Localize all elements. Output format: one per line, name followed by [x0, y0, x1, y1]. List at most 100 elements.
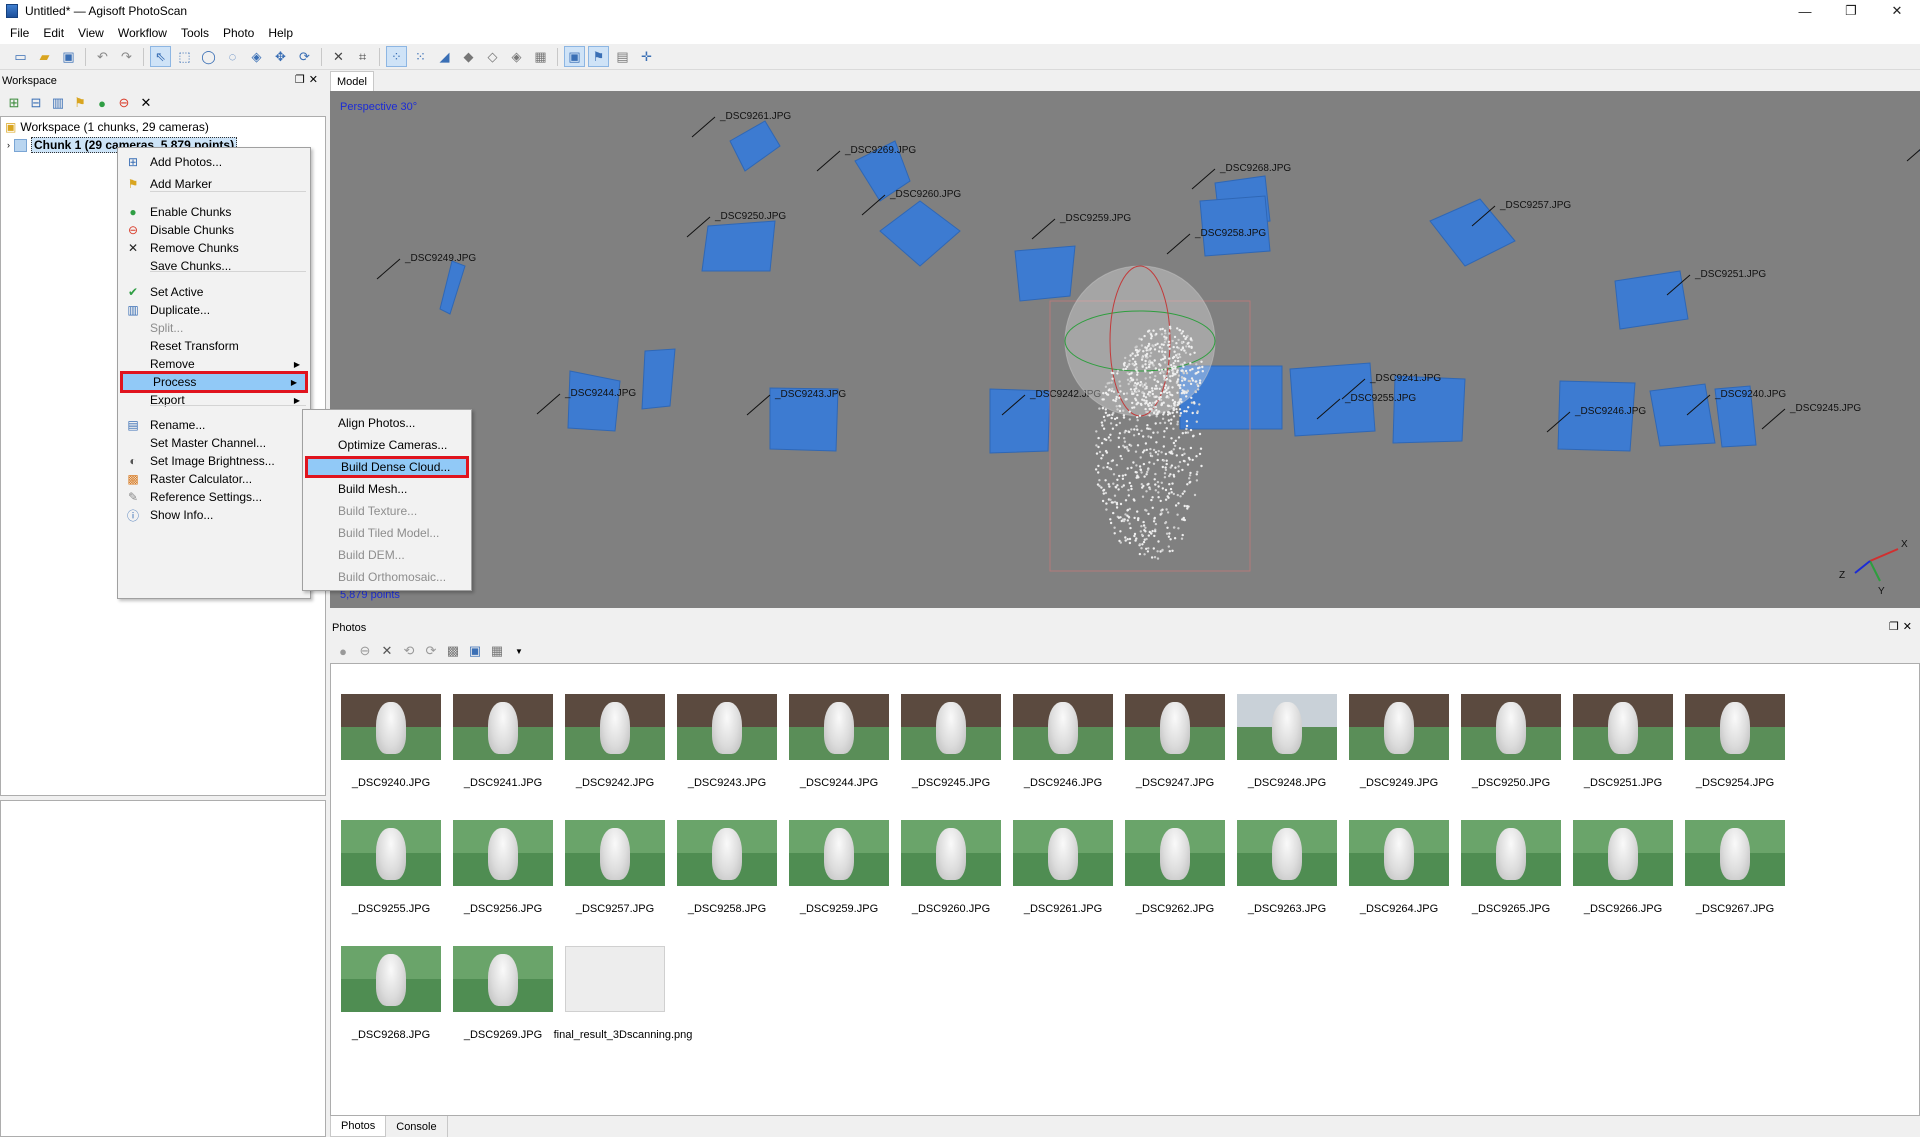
photo-thumbnail[interactable]: [453, 820, 553, 886]
photo-thumbnail[interactable]: [565, 694, 665, 760]
remove-photo-icon[interactable]: ✕: [378, 642, 396, 660]
show-tiled-icon[interactable]: ▦: [530, 46, 551, 67]
view-icon[interactable]: ▣: [466, 642, 484, 660]
menu-edit[interactable]: Edit: [36, 26, 71, 40]
rotate-region-icon[interactable]: ⟳: [294, 46, 315, 67]
pane-float-close-icon[interactable]: ❐✕: [295, 73, 322, 86]
menu-item-add-photos[interactable]: ⊞ Add Photos...: [120, 151, 308, 173]
menu-item-save-chunks[interactable]: Save Chunks...: [120, 255, 308, 277]
move-region-icon[interactable]: ✥: [270, 46, 291, 67]
remove-icon[interactable]: ✕: [137, 94, 155, 112]
mask-icon[interactable]: ▩: [444, 642, 462, 660]
screenshot-thumbnail[interactable]: [565, 946, 665, 1012]
navigation-icon[interactable]: ⇖: [150, 46, 171, 67]
photo-thumbnail[interactable]: [1685, 820, 1785, 886]
photo-thumbnail[interactable]: [677, 694, 777, 760]
photo-thumbnail[interactable]: [1349, 694, 1449, 760]
enable-icon[interactable]: ●: [93, 94, 111, 112]
rotate-right-icon[interactable]: ⟳: [422, 642, 440, 660]
photo-thumbnail[interactable]: [341, 820, 441, 886]
photo-thumbnail[interactable]: [1573, 694, 1673, 760]
menu-item-show-info[interactable]: ⓘ Show Info...: [120, 504, 308, 526]
show-wireframe-icon[interactable]: ◇: [482, 46, 503, 67]
point-cloud-dot: [1121, 458, 1123, 460]
menu-help[interactable]: Help: [261, 26, 300, 40]
tab-model[interactable]: Model: [330, 71, 374, 91]
add-marker-icon[interactable]: ⚑: [71, 94, 89, 112]
rectangle-select-icon[interactable]: ⬚: [174, 46, 195, 67]
minimize-button[interactable]: —: [1782, 0, 1828, 22]
photo-thumbnail[interactable]: [1461, 694, 1561, 760]
grid-view-icon[interactable]: ▦: [488, 642, 506, 660]
redo-icon[interactable]: ↷: [116, 46, 137, 67]
chevron-down-icon[interactable]: ▼: [510, 642, 528, 660]
submenu-item-build-dense-cloud[interactable]: Build Dense Cloud...: [305, 456, 469, 478]
photo-thumbnail[interactable]: [901, 820, 1001, 886]
photo-thumbnail[interactable]: [453, 946, 553, 1012]
model-viewport[interactable]: _DSC9261.JPG _DSC9269.JPG _DSC9268.JPG _DSC…: [330, 91, 1920, 608]
submenu-item-build-mesh[interactable]: Build Mesh...: [305, 478, 469, 500]
photo-thumbnail[interactable]: [341, 946, 441, 1012]
menu-file[interactable]: File: [3, 26, 36, 40]
submenu-item-align-photos[interactable]: Align Photos...: [305, 412, 469, 434]
show-cameras-icon[interactable]: ▣: [564, 46, 585, 67]
menu-tools[interactable]: Tools: [174, 26, 216, 40]
close-button[interactable]: ✕: [1874, 0, 1920, 22]
free-form-select-icon[interactable]: ◌: [222, 46, 243, 67]
delete-selection-icon[interactable]: ✕: [328, 46, 349, 67]
photo-thumbnail[interactable]: [1125, 820, 1225, 886]
menu-view[interactable]: View: [71, 26, 111, 40]
expand-arrow-icon[interactable]: ›: [7, 140, 10, 150]
photos-grid[interactable]: _DSC9240.JPG _DSC9241.JPG _DSC9242.JPG _DSC…: [330, 663, 1920, 1116]
workspace-root-row[interactable]: ▣ Workspace (1 chunks, 29 cameras): [5, 120, 209, 134]
photo-thumbnail[interactable]: [565, 820, 665, 886]
add-folder-icon[interactable]: ▥: [49, 94, 67, 112]
add-chunk-icon[interactable]: ⊞: [5, 94, 23, 112]
tab-photos[interactable]: Photos: [330, 1116, 386, 1137]
show-points-icon[interactable]: ⁘: [386, 46, 407, 67]
tab-console[interactable]: Console: [386, 1116, 447, 1137]
resize-region-icon[interactable]: ◈: [246, 46, 267, 67]
point-cloud-dot: [1146, 349, 1148, 351]
reset-view-icon[interactable]: ✛: [636, 46, 657, 67]
point-cloud-dot: [1181, 376, 1183, 378]
undo-icon[interactable]: ↶: [92, 46, 113, 67]
show-shaded-icon[interactable]: ◢: [434, 46, 455, 67]
menu-photo[interactable]: Photo: [216, 26, 261, 40]
circle-select-icon[interactable]: ◯: [198, 46, 219, 67]
save-icon[interactable]: ▣: [58, 46, 79, 67]
enable-photo-icon[interactable]: ●: [334, 642, 352, 660]
photo-thumbnail[interactable]: [901, 694, 1001, 760]
photo-thumbnail[interactable]: [1237, 694, 1337, 760]
open-folder-icon[interactable]: ▰: [34, 46, 55, 67]
crop-selection-icon[interactable]: ⌗: [352, 46, 373, 67]
show-solid-icon[interactable]: ◆: [458, 46, 479, 67]
new-document-icon[interactable]: ▭: [10, 46, 31, 67]
photos-float-close-icon[interactable]: ❐✕: [1889, 620, 1916, 633]
photo-thumbnail[interactable]: [1461, 820, 1561, 886]
photo-thumbnail[interactable]: [1349, 820, 1449, 886]
photo-thumbnail[interactable]: [1125, 694, 1225, 760]
photo-thumbnail[interactable]: [453, 694, 553, 760]
photo-thumbnail[interactable]: [789, 694, 889, 760]
photo-thumbnail[interactable]: [1013, 694, 1113, 760]
restore-button[interactable]: ❐: [1828, 0, 1874, 22]
disable-photo-icon[interactable]: ⊖: [356, 642, 374, 660]
photo-thumbnail[interactable]: [677, 820, 777, 886]
photo-thumbnail[interactable]: [1237, 820, 1337, 886]
menu-workflow[interactable]: Workflow: [111, 26, 174, 40]
disable-icon[interactable]: ⊖: [115, 94, 133, 112]
show-textured-icon[interactable]: ◈: [506, 46, 527, 67]
photo-thumbnail[interactable]: [1573, 820, 1673, 886]
photo-thumbnail[interactable]: [1685, 694, 1785, 760]
show-region-icon[interactable]: ▤: [612, 46, 633, 67]
photo-thumbnail[interactable]: [1013, 820, 1113, 886]
menu-item-export[interactable]: Export ▶: [120, 389, 308, 411]
photo-thumbnail[interactable]: [341, 694, 441, 760]
show-dense-icon[interactable]: ⁙: [410, 46, 431, 67]
submenu-item-optimize-cameras[interactable]: Optimize Cameras...: [305, 434, 469, 456]
photo-thumbnail[interactable]: [789, 820, 889, 886]
rotate-left-icon[interactable]: ⟲: [400, 642, 418, 660]
show-markers-icon[interactable]: ⚑: [588, 46, 609, 67]
add-photos-icon[interactable]: ⊟: [27, 94, 45, 112]
